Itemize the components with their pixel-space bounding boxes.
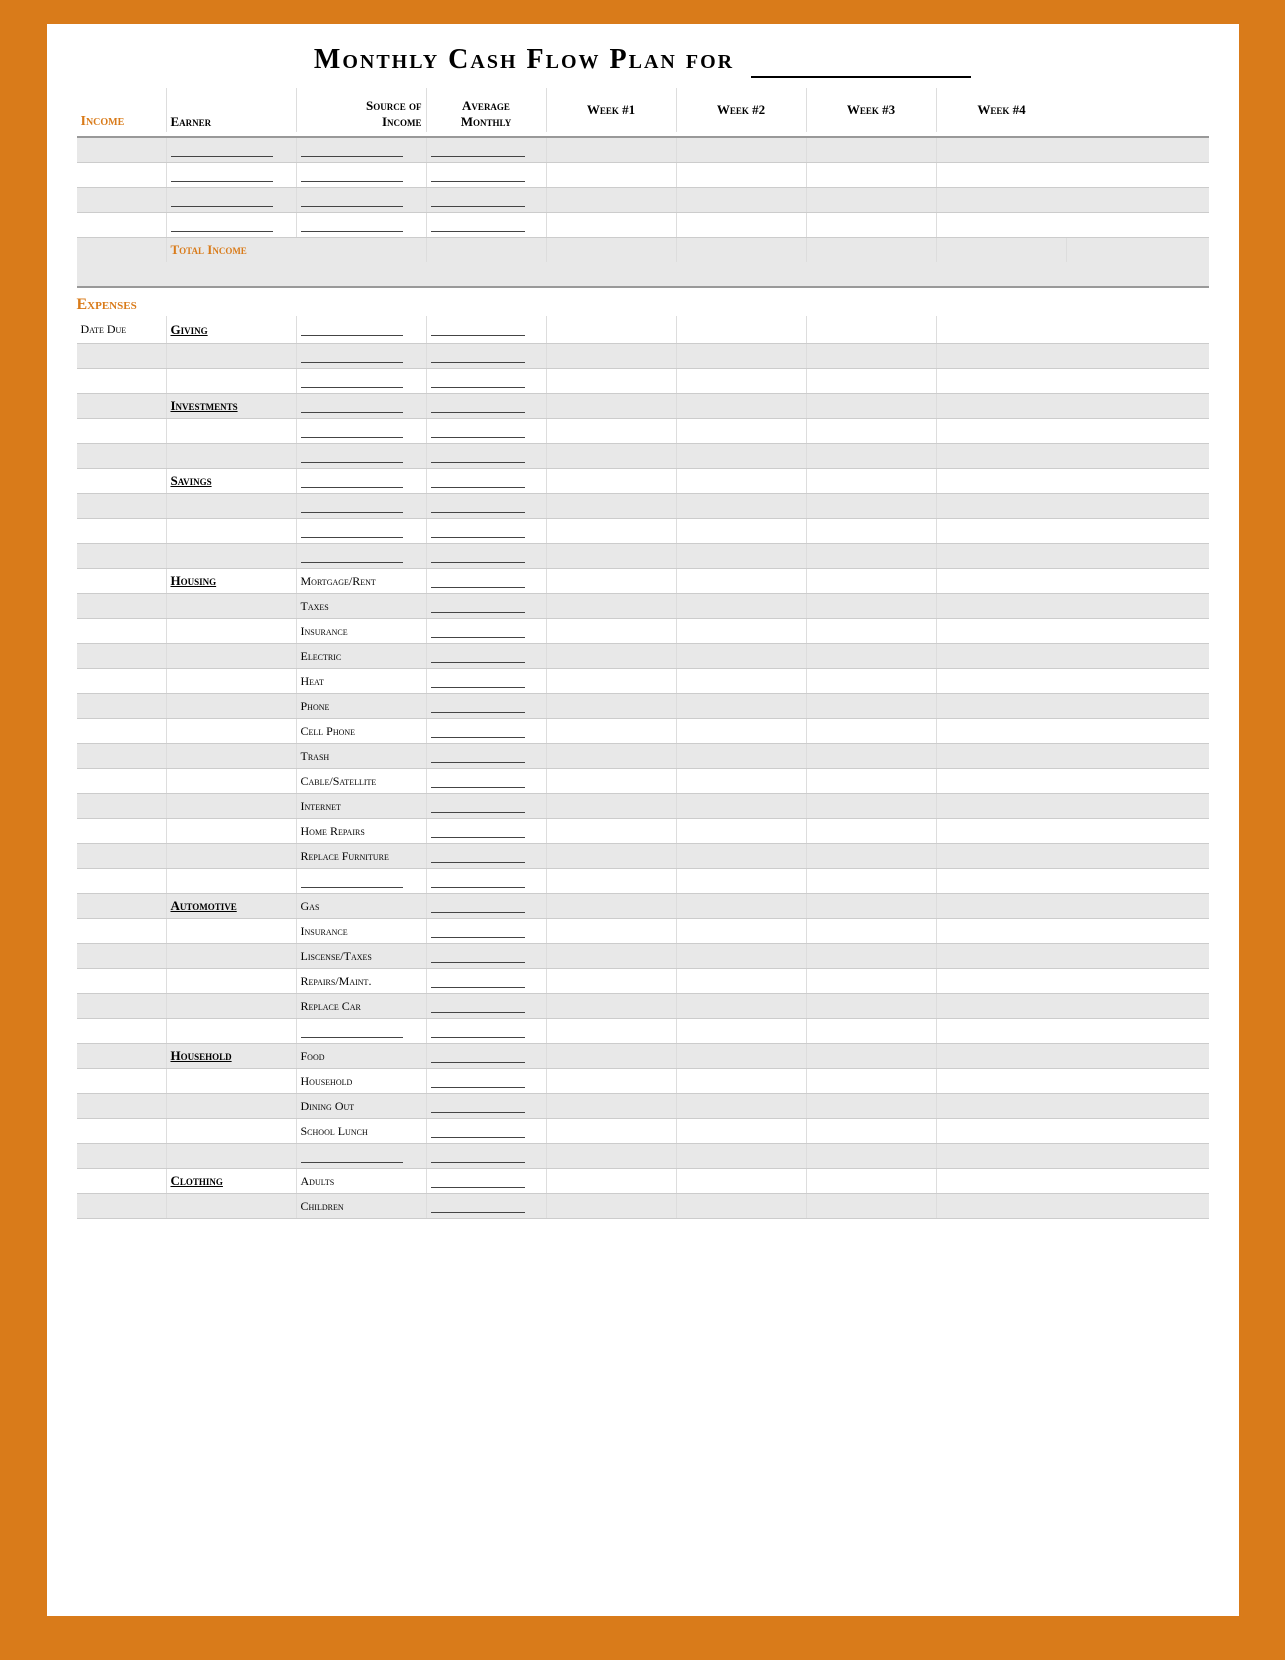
- housing-header-row: Housing Mortgage/Rent: [77, 569, 1209, 594]
- investments-label: Investments: [167, 394, 297, 418]
- header-week3: Week #3: [807, 88, 937, 132]
- household-label: Household: [167, 1044, 297, 1068]
- housing-row-heat: Heat: [77, 669, 1209, 694]
- income-w1-1: [547, 138, 677, 162]
- income-source-1[interactable]: [297, 138, 427, 162]
- automotive-label: Automotive: [167, 894, 297, 918]
- auto-row-replace: Replace Car: [77, 994, 1209, 1019]
- housing-label: Housing: [167, 569, 297, 593]
- housing-row-taxes: Taxes: [77, 594, 1209, 619]
- housing-row-insurance: Insurance: [77, 619, 1209, 644]
- housing-row-trash: Trash: [77, 744, 1209, 769]
- income-row-2: [77, 163, 1209, 188]
- income-col1: [77, 138, 167, 162]
- clothing-row-children: Children: [77, 1194, 1209, 1219]
- total-income-label: Total Income: [167, 238, 427, 262]
- household-row-dining: Dining Out: [77, 1094, 1209, 1119]
- housing-row-internet: Internet: [77, 794, 1209, 819]
- automotive-header-row: Automotive Gas: [77, 894, 1209, 919]
- title-underline: [751, 44, 971, 78]
- expenses-label: Expenses: [77, 292, 1209, 316]
- expenses-section: Expenses: [77, 288, 1209, 316]
- investments-row-1: [77, 419, 1209, 444]
- savings-row-3: [77, 544, 1209, 569]
- header-week1: Week #1: [547, 88, 677, 132]
- page-wrapper: Monthly Cash Flow Plan for Income Earner…: [43, 20, 1243, 1620]
- giving-row-1: [77, 344, 1209, 369]
- auto-row-repairs: Repairs/Maint.: [77, 969, 1209, 994]
- header-row: Income Earner Source of Income Average M…: [77, 88, 1209, 138]
- savings-row-2: [77, 519, 1209, 544]
- header-income: Income: [77, 88, 167, 132]
- investments-row-2: [77, 444, 1209, 469]
- date-due-label: Date Due: [77, 316, 167, 343]
- clothing-label: Clothing: [167, 1169, 297, 1193]
- housing-row-furniture: Replace Furniture: [77, 844, 1209, 869]
- income-w3-1: [807, 138, 937, 162]
- income-row-4: [77, 213, 1209, 238]
- housing-row-electric: Electric: [77, 644, 1209, 669]
- savings-header-row: Savings: [77, 469, 1209, 494]
- income-row-3: [77, 188, 1209, 213]
- header-week4: Week #4: [937, 88, 1067, 132]
- giving-row-2: [77, 369, 1209, 394]
- income-w2-1: [677, 138, 807, 162]
- auto-row-blank: [77, 1019, 1209, 1044]
- header-week2: Week #2: [677, 88, 807, 132]
- main-title: Monthly Cash Flow Plan for: [77, 44, 1209, 78]
- giving-header-row: Date Due Giving: [77, 316, 1209, 344]
- housing-row-blank: [77, 869, 1209, 894]
- income-w4-1: [937, 138, 1067, 162]
- housing-row-phone: Phone: [77, 694, 1209, 719]
- clothing-header-row: Clothing Adults: [77, 1169, 1209, 1194]
- total-income-row: Total Income: [77, 238, 1209, 288]
- housing-row-cable: Cable/Satellite: [77, 769, 1209, 794]
- household-row-blank: [77, 1144, 1209, 1169]
- auto-row-insurance: Insurance: [77, 919, 1209, 944]
- household-row-lunch: School Lunch: [77, 1119, 1209, 1144]
- housing-row-repairs: Home Repairs: [77, 819, 1209, 844]
- household-header-row: Household Food: [77, 1044, 1209, 1069]
- investments-header-row: Investments: [77, 394, 1209, 419]
- savings-row-1: [77, 494, 1209, 519]
- giving-label: Giving: [167, 316, 297, 343]
- header-average: Average Monthly: [427, 88, 547, 132]
- housing-row-cellphone: Cell Phone: [77, 719, 1209, 744]
- savings-label: Savings: [167, 469, 297, 493]
- header-earner: Earner: [167, 88, 297, 132]
- income-row-1: [77, 138, 1209, 163]
- household-row-household: Household: [77, 1069, 1209, 1094]
- auto-row-license: Liscense/Taxes: [77, 944, 1209, 969]
- income-avg-1[interactable]: [427, 138, 547, 162]
- header-source: Source of Income: [297, 88, 427, 132]
- income-earner-1[interactable]: [167, 138, 297, 162]
- housing-item-0: Mortgage/Rent: [297, 569, 427, 593]
